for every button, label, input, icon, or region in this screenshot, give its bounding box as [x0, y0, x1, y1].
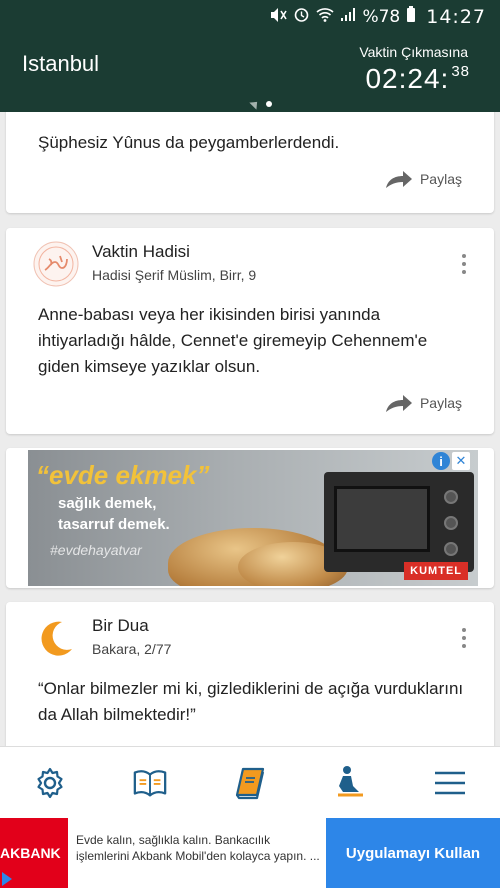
- battery-icon: [406, 6, 416, 28]
- quran-icon: [133, 770, 167, 797]
- alarm-icon: [293, 6, 310, 28]
- content-feed[interactable]: Şüphesiz Yûnus da peygamberlerdendi. Pay…: [0, 112, 500, 746]
- ad-card[interactable]: “evde ekmek” sağlık demek, tasarruf deme…: [6, 448, 494, 588]
- share-label: Paylaş: [419, 171, 462, 187]
- hadith-source: Hadisi Şerif Müslim, Birr, 9: [92, 267, 257, 283]
- quran-button[interactable]: [132, 765, 168, 801]
- oven-knob: [444, 490, 458, 504]
- oven-image: [324, 472, 474, 572]
- ad-hashtag: #evdehayatvar: [50, 542, 142, 558]
- prayer-card: Bir Dua Bakara, 2/77 “Onlar bilmezler mi…: [6, 602, 494, 746]
- location-arrow-icon: [249, 98, 261, 110]
- countdown-label: Vaktin Çıkmasına: [359, 44, 468, 60]
- page-dot-active: [266, 101, 272, 107]
- ad-choices[interactable]: i ✕: [432, 452, 470, 470]
- share-label: Paylaş: [419, 395, 462, 411]
- book-button[interactable]: [232, 765, 268, 801]
- settings-button[interactable]: [32, 765, 68, 801]
- hadith-title: Vaktin Hadisi: [92, 242, 190, 261]
- more-options-icon[interactable]: [460, 628, 468, 648]
- oven-knob: [444, 542, 458, 556]
- hadith-text: Anne-babası veya her ikisinden birisi ya…: [38, 305, 428, 376]
- settings-icon: [37, 767, 63, 799]
- prayer-source: Bakara, 2/77: [92, 641, 172, 657]
- app-header: Istanbul Vaktin Çıkmasına 02:24: 38: [0, 33, 500, 112]
- verse-text: Şüphesiz Yûnus da peygamberlerdendi.: [38, 133, 340, 152]
- battery-percent: %78: [362, 7, 401, 27]
- ad-banner-image[interactable]: “evde ekmek” sağlık demek, tasarruf deme…: [28, 450, 478, 586]
- share-button[interactable]: Paylaş: [384, 168, 462, 190]
- book-icon: [235, 767, 265, 800]
- oven-window: [334, 486, 430, 552]
- signal-icon: [340, 7, 356, 27]
- prayer-icon: [338, 766, 363, 797]
- ad-line-1: sağlık demek,: [58, 495, 157, 512]
- ad-brand-logo: KUMTEL: [404, 562, 468, 580]
- prayer-title: Bir Dua: [92, 616, 149, 635]
- menu-button[interactable]: [432, 765, 468, 801]
- ad-slogan: “evde ekmek”: [36, 460, 210, 490]
- more-options-icon[interactable]: [460, 254, 468, 274]
- prayer-button[interactable]: [332, 765, 368, 801]
- countdown-seconds: 38: [451, 63, 470, 80]
- share-arrow-icon: [385, 171, 412, 188]
- page-indicator: [249, 98, 272, 110]
- mute-icon: [269, 7, 288, 28]
- countdown-timer: 02:24: 38: [365, 63, 470, 95]
- countdown-main: 02:24:: [365, 63, 450, 94]
- bottom-navigation: [0, 746, 500, 818]
- oven-knob: [444, 516, 458, 530]
- ad-close-icon[interactable]: ✕: [452, 452, 470, 470]
- bottom-banner-ad[interactable]: AKBANK Evde kalın, sağlıkla kalın. Banka…: [0, 818, 500, 888]
- status-clock: 14:27: [426, 6, 486, 28]
- share-arrow-icon: [385, 395, 412, 412]
- verse-card: Şüphesiz Yûnus da peygamberlerdendi. Pay…: [6, 112, 494, 213]
- ad-info-icon[interactable]: i: [432, 452, 450, 470]
- ad-line-2: tasarruf demek.: [58, 516, 170, 533]
- share-button[interactable]: Paylaş: [384, 392, 462, 414]
- hadith-card: Vaktin Hadisi Hadisi Şerif Müslim, Birr,…: [6, 228, 494, 434]
- menu-icon: [435, 771, 465, 795]
- use-app-button[interactable]: Uygulamayı Kullan: [326, 818, 500, 888]
- crescent-moon-icon: [32, 614, 80, 662]
- status-bar: %78 14:27: [0, 0, 500, 33]
- hadith-calligraphy-icon: [32, 240, 80, 288]
- prayer-text: “Onlar bilmezler mi ki, gizlediklerini d…: [38, 679, 464, 724]
- ad-text: Evde kalın, sağlıkla kalın. Bankacılık i…: [76, 833, 320, 863]
- city-name[interactable]: Istanbul: [22, 51, 99, 77]
- status-icons: %78 14:27: [269, 6, 486, 28]
- ad-play-icon: [2, 872, 12, 886]
- wifi-icon: [316, 7, 334, 27]
